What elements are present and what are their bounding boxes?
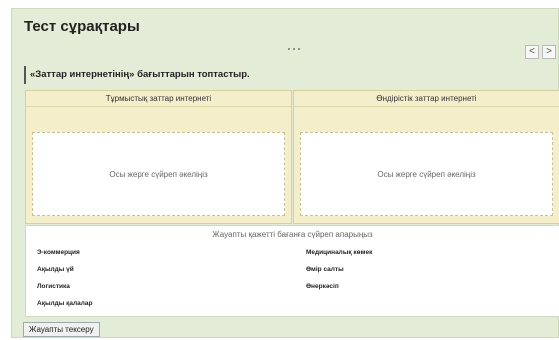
dropzone-household[interactable]: Осы жерге сүйреп әкеліңіз [32, 132, 285, 216]
answer-item[interactable]: Өнеркәсіп [306, 283, 339, 290]
pagination-dot[interactable] [293, 48, 295, 50]
answer-item[interactable]: Өмір салты [306, 266, 344, 273]
pagination-dots [288, 48, 300, 50]
answer-pool: Жауапты қажетті бағанға сүйреп апарыңыз … [25, 225, 559, 317]
answer-item[interactable]: Логистика [37, 283, 70, 290]
answer-item[interactable]: Ақылды үй [37, 266, 74, 273]
check-answer-button[interactable]: Жауапты тексеру [23, 322, 100, 337]
category-column-household: Тұрмыстық заттар интернеті Осы жерге сүй… [25, 90, 292, 224]
chevron-right-icon[interactable]: > [542, 45, 556, 59]
category-column-industrial: Өндірістік заттар интернеті Осы жерге сү… [293, 90, 559, 224]
pagination-dot[interactable] [288, 48, 290, 50]
quiz-panel: Тест сұрақтары < > «Заттар интернетінің»… [11, 8, 559, 338]
page-title: Тест сұрақтары [24, 18, 140, 35]
dropzone-industrial[interactable]: Осы жерге сүйреп әкеліңіз [300, 132, 553, 216]
pagination-dot[interactable] [298, 48, 300, 50]
category-header: Өндірістік заттар интернеті [294, 91, 559, 107]
answer-pool-header: Жауапты қажетті бағанға сүйреп апарыңыз [212, 230, 373, 239]
category-header: Тұрмыстық заттар интернеті [26, 91, 291, 107]
nav-buttons: < > [525, 45, 556, 59]
chevron-left-icon[interactable]: < [525, 45, 539, 59]
answer-item[interactable]: Э-коммерция [37, 249, 80, 256]
answer-item[interactable]: Медициналық көмек [306, 249, 372, 256]
answer-item[interactable]: Ақылды қалалар [37, 300, 92, 307]
question-text: «Заттар интернетінің» бағыттарын топтаст… [24, 66, 250, 84]
